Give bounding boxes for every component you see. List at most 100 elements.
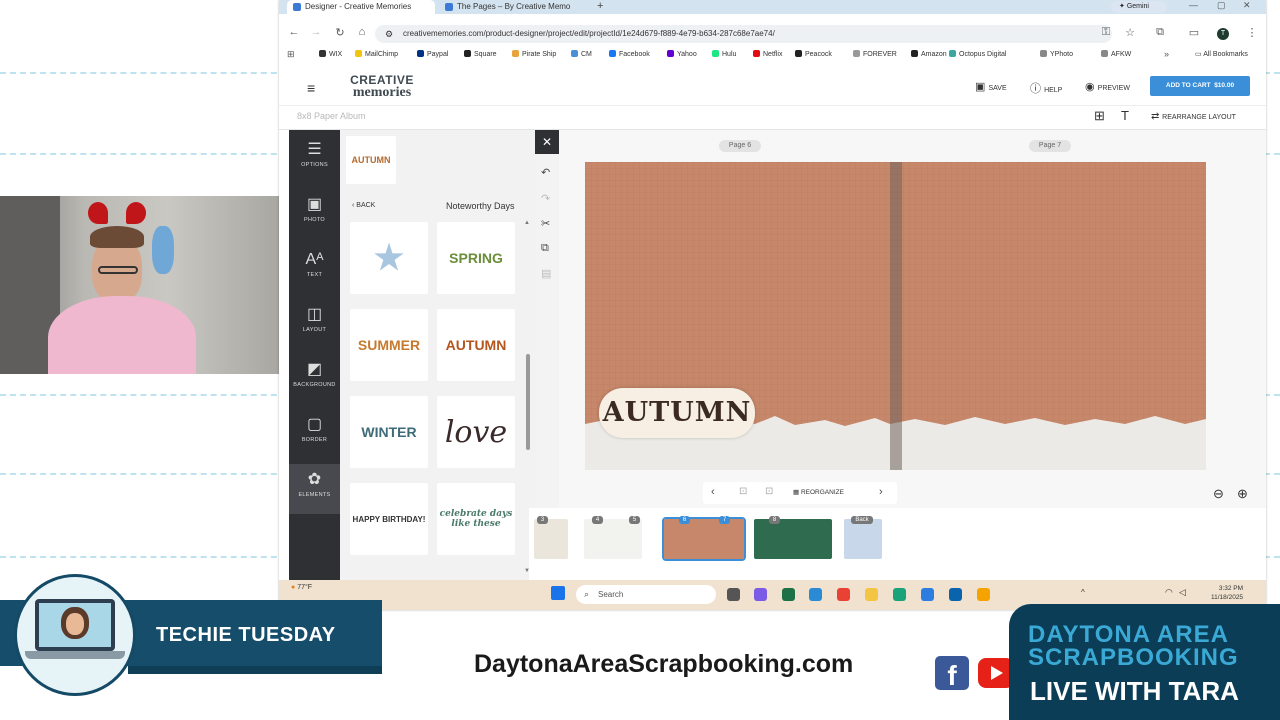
more-bookmarks-icon[interactable]: » [1164, 49, 1169, 59]
bookmark-item[interactable]: CM [571, 50, 592, 58]
zoom-in-icon[interactable]: ⊕ [1237, 486, 1248, 502]
paste-icon[interactable]: ▤ [541, 267, 551, 280]
website-url[interactable]: DaytonaAreaScrapbooking.com [474, 650, 853, 679]
close-window-icon[interactable]: ✕ [1243, 0, 1251, 11]
maximize-icon[interactable]: ▢ [1217, 0, 1226, 11]
bookmark-item[interactable]: Paypal [417, 50, 448, 58]
scroll-up-icon[interactable]: ▲ [524, 220, 530, 226]
sidebar-item-photo[interactable]: ▣ PHOTO [289, 189, 340, 239]
tab-the-pages[interactable]: The Pages – By Creative Memo [439, 0, 589, 14]
close-panel-button[interactable]: ✕ [535, 130, 559, 154]
reload-icon[interactable]: ↻ [333, 26, 347, 39]
preview-button[interactable]: ◉ PREVIEW [1085, 80, 1130, 93]
page-spread[interactable]: AUTUMN [585, 162, 1206, 470]
page-thumbnail[interactable] [662, 517, 746, 561]
bookmark-item[interactable]: Netflix [753, 50, 782, 58]
facebook-icon[interactable]: f [935, 656, 969, 691]
outlook-icon[interactable] [949, 588, 962, 601]
canvas-autumn-sticker[interactable]: AUTUMN [599, 388, 755, 438]
prev-page-icon[interactable]: ‹ [711, 486, 715, 498]
sidebar-item-elements[interactable]: ✿ ELEMENTS [289, 464, 340, 514]
new-tab-button[interactable]: + [597, 0, 603, 12]
bookmark-item[interactable]: Hulu [712, 50, 736, 58]
menu-dots-icon[interactable]: ⋮ [1245, 26, 1259, 39]
bookmark-item[interactable]: YPhoto [1040, 50, 1073, 58]
copy-icon[interactable]: ⧉ [541, 242, 549, 255]
store-icon[interactable] [921, 588, 934, 601]
back-icon[interactable]: ← [287, 26, 301, 38]
bookmark-item[interactable]: FOREVER [853, 50, 897, 58]
add-to-cart-button[interactable]: ADD TO CART $10.00 [1150, 76, 1250, 96]
tray-chevron-icon[interactable]: ^ [1081, 588, 1085, 597]
extensions-icon[interactable]: ⧉ [1153, 26, 1167, 39]
chrome-active-icon[interactable] [977, 588, 990, 601]
apps-grid-icon[interactable]: ⊞ [287, 49, 295, 60]
sidebar-item-text[interactable]: Aᴬ TEXT [289, 244, 340, 294]
love-sticker[interactable]: love [437, 396, 515, 468]
sidebar-item-border[interactable]: ▢ BORDER [289, 409, 340, 459]
cut-icon[interactable]: ✂ [541, 217, 550, 230]
page-thumbnail[interactable] [844, 519, 882, 559]
zoom-out-icon[interactable]: ⊖ [1213, 486, 1224, 502]
bookmark-item[interactable]: WIX [319, 50, 342, 58]
url-field[interactable]: ⚙ creativememories.com/product-designer/… [375, 25, 1112, 43]
bookmark-item[interactable]: Square [464, 50, 497, 58]
clock[interactable]: 3:32 PM 11/18/2025 [1211, 584, 1243, 602]
rearrange-layout-button[interactable]: ⇄ REARRANGE LAYOUT [1151, 111, 1236, 122]
weather-widget[interactable]: ● 77°F [291, 584, 312, 591]
insert-page-right-icon[interactable]: ⊡ [765, 486, 773, 497]
redo-icon[interactable]: ↷ [541, 192, 550, 205]
profile-avatar[interactable]: T [1217, 28, 1229, 40]
file-explorer-icon[interactable] [865, 588, 878, 601]
gemini-button[interactable]: ✦ Gemini [1111, 1, 1167, 13]
reorganize-button[interactable]: ▦ REORGANIZE [793, 488, 844, 496]
tab-designer[interactable]: Designer - Creative Memories [287, 0, 435, 14]
sidebar-item-layout[interactable]: ◫ LAYOUT [289, 299, 340, 349]
bookmark-item[interactable]: AFKW [1101, 50, 1131, 58]
bookmark-item[interactable]: Peacock [795, 50, 832, 58]
birthday-sticker[interactable]: HAPPY BIRTHDAY! [350, 483, 428, 555]
insert-page-left-icon[interactable]: ⊡ [739, 486, 747, 497]
taskbar-search[interactable]: ⌕ Search [576, 585, 716, 604]
bookmark-item[interactable]: Yahoo [667, 50, 697, 58]
page-thumbnail[interactable] [534, 519, 568, 559]
bookmark-item[interactable]: Amazon [911, 50, 947, 58]
forward-icon[interactable]: → [309, 26, 323, 38]
hamburger-menu-icon[interactable]: ≡ [307, 80, 315, 96]
back-button[interactable]: ‹ BACK [352, 202, 375, 209]
excel-icon[interactable] [782, 588, 795, 601]
creative-memories-logo[interactable]: CREATIVE memories [337, 74, 427, 100]
summer-sticker[interactable]: SUMMER [350, 309, 428, 381]
help-button[interactable]: ⓘ HELP [1030, 80, 1062, 96]
next-page-icon[interactable]: › [879, 486, 883, 498]
edge-icon[interactable] [809, 588, 822, 601]
add-image-icon[interactable]: ⊞ [1094, 108, 1105, 124]
start-button[interactable] [551, 586, 565, 600]
bookmark-item[interactable]: Octopus Digital [949, 50, 1006, 58]
sidepanel-icon[interactable]: ▭ [1187, 26, 1201, 39]
spring-sticker[interactable]: SPRING [437, 222, 515, 294]
page-thumbnail[interactable] [754, 519, 832, 559]
wifi-icon[interactable]: ◠ [1165, 587, 1173, 598]
volume-icon[interactable]: ◁ [1179, 587, 1186, 598]
home-icon[interactable]: ⌂ [355, 26, 369, 38]
panel-scrollbar[interactable] [526, 354, 530, 450]
sidebar-item-background[interactable]: ◩ BACKGROUND [289, 354, 340, 404]
all-bookmarks[interactable]: ▭ All Bookmarks [1195, 50, 1248, 58]
app-icon[interactable] [893, 588, 906, 601]
star-sticker[interactable]: ★ [350, 222, 428, 294]
autumn-sticker[interactable]: AUTUMN [437, 309, 515, 381]
save-button[interactable]: ▣ SAVE [975, 80, 1007, 93]
sidebar-item-options[interactable]: ☰ OPTIONS [289, 134, 340, 184]
key-icon[interactable]: ⚿ [1099, 26, 1113, 39]
bookmark-item[interactable]: Pirate Ship [512, 50, 556, 58]
bookmark-item[interactable]: MailChimp [355, 50, 398, 58]
minimize-icon[interactable]: — [1189, 0, 1198, 10]
winter-sticker[interactable]: WINTER [350, 396, 428, 468]
chrome-icon[interactable] [837, 588, 850, 601]
page-thumbnail[interactable] [584, 519, 642, 559]
undo-icon[interactable]: ↶ [541, 166, 550, 179]
task-view-icon[interactable] [727, 588, 740, 601]
bookmark-item[interactable]: Facebook [609, 50, 650, 58]
selected-sticker-preview[interactable]: AUTUMN [346, 136, 396, 184]
